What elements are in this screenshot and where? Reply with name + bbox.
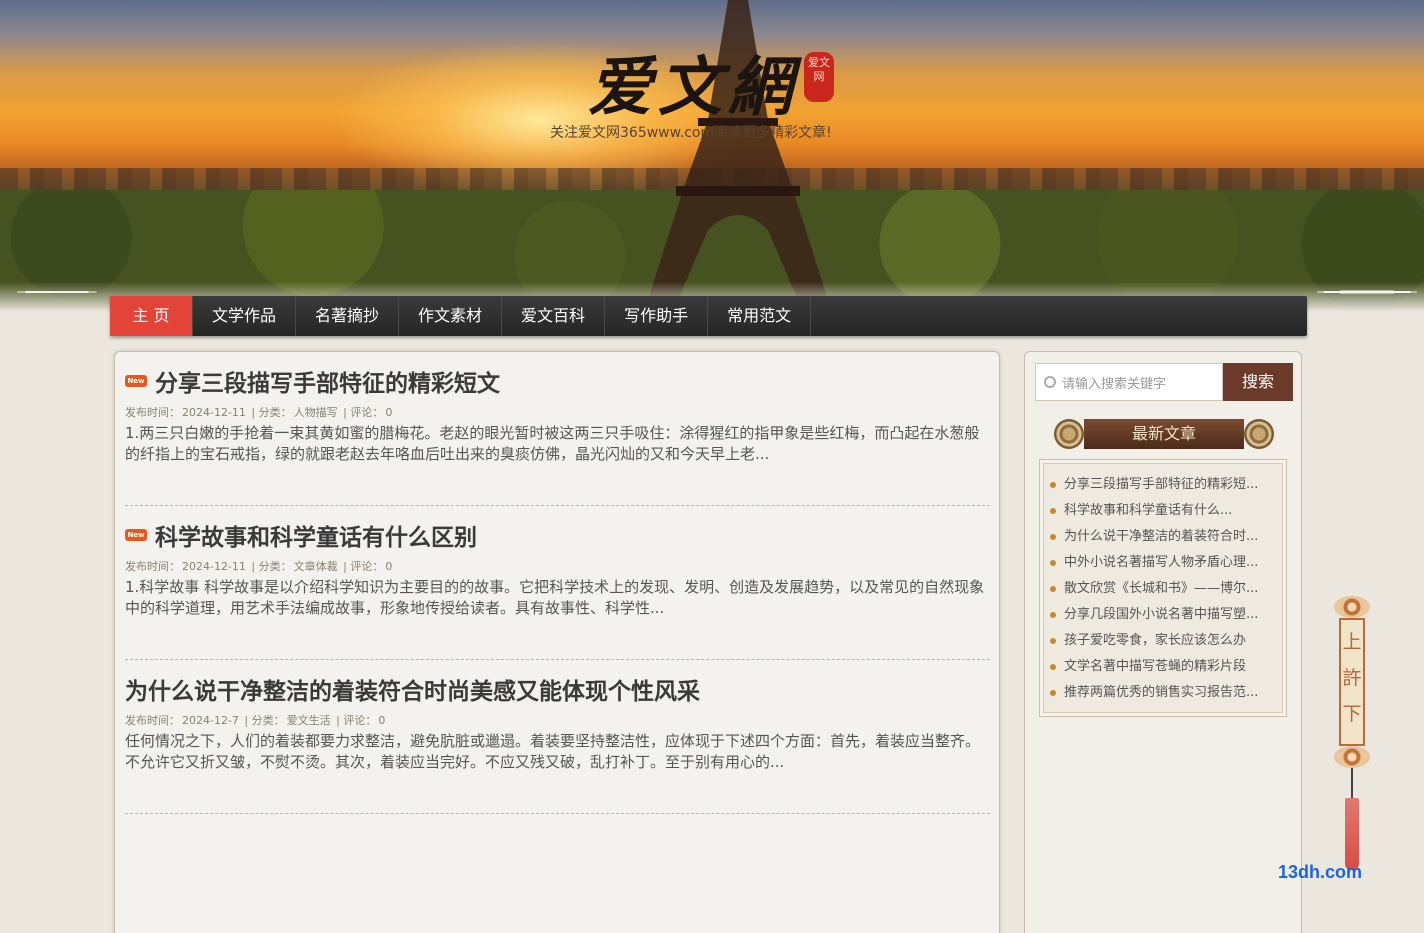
nav-item-classics[interactable]: 名著摘抄 xyxy=(296,296,400,336)
tassel-cord xyxy=(1351,768,1353,798)
comment-count: 0 xyxy=(385,560,393,573)
post-excerpt: 1.两三只白嫩的手抢着一束其黄如蜜的腊梅花。老赵的眼光暂时被这两三只手吸住：涂得… xyxy=(125,424,980,463)
nav-item-encyclopedia[interactable]: 爱文百科 xyxy=(502,296,606,336)
comment-count: 0 xyxy=(378,714,386,727)
post-item: New 分享三段描写手部特征的精彩短文 发布时间： 2024-12-11 | 分类… xyxy=(125,364,990,506)
post-list: New 分享三段描写手部特征的精彩短文 发布时间： 2024-12-11 | 分类… xyxy=(114,351,1000,933)
recent-post-link[interactable]: 分享三段描写手部特征的精彩短... xyxy=(1050,472,1286,498)
recent-posts-header: 最新文章 xyxy=(1049,415,1279,453)
sidebar: 请输入搜索关键字 搜索 最新文章 分享三段描写手部特征的精彩短... 科学故事和… xyxy=(1024,351,1302,933)
post-category[interactable]: 文章体裁 xyxy=(294,560,338,573)
logo-seal: 爱文网 xyxy=(804,52,834,102)
post-date: 2024-12-11 xyxy=(182,560,246,573)
new-badge-icon: New xyxy=(125,375,147,387)
comment-count: 0 xyxy=(385,406,393,419)
tassel-icon xyxy=(1345,798,1359,870)
site-logo[interactable]: 爱文網 xyxy=(588,36,798,128)
post-title-row: New 科学故事和科学童话有什么区别 xyxy=(125,518,990,552)
post-category[interactable]: 爱文生活 xyxy=(287,714,331,727)
post-excerpt: 任何情况之下，人们的着装都要力求整洁，避免肮脏或邋遢。着装要坚持整洁性，应体现于… xyxy=(125,732,981,771)
recent-post-link[interactable]: 散文欣赏《长城和书》——博尔... xyxy=(1050,576,1286,602)
recent-post-link[interactable]: 为什么说干净整洁的着装符合时... xyxy=(1050,524,1286,550)
search-form: 请输入搜索关键字 搜索 xyxy=(1035,363,1293,401)
post-category[interactable]: 人物描写 xyxy=(294,406,338,419)
post-date: 2024-12-7 xyxy=(182,714,239,727)
post-excerpt: 1.科学故事 科学故事是以介绍科学知识为主要目的的故事。它把科学技术上的发现、发… xyxy=(125,578,985,617)
nav-item-home[interactable]: 主 页 xyxy=(110,296,193,336)
comment-label: 评论： xyxy=(350,560,384,573)
category-label: 分类： xyxy=(251,714,285,727)
scroll-knob-icon xyxy=(1334,596,1370,618)
scroll-ornament-icon xyxy=(1054,419,1084,449)
recent-post-link[interactable]: 中外小说名著描写人物矛盾心理... xyxy=(1050,550,1286,576)
post-meta: 发布时间： 2024-12-11 | 分类： 文章体裁 | 评论： 0 xyxy=(125,560,393,573)
post-item: New 科学故事和科学童话有什么区别 发布时间： 2024-12-11 | 分类：… xyxy=(125,518,990,660)
post-title[interactable]: 为什么说干净整洁的着装符合时尚美感又能体现个性风采 xyxy=(125,672,700,706)
post-title[interactable]: 科学故事和科学童话有什么区别 xyxy=(155,518,477,552)
site-tagline: 关注爱文网365www.com阅读更多精彩文章! xyxy=(550,125,832,141)
category-label: 分类： xyxy=(258,560,292,573)
recent-post-link[interactable]: 科学故事和科学童话有什么... xyxy=(1050,498,1286,524)
recent-post-link[interactable]: 文学名著中描写苍蝇的精彩片段 xyxy=(1050,654,1286,680)
header-banner: 爱文網 爱文网 关注爱文网365www.com阅读更多精彩文章! xyxy=(0,0,1424,330)
post-meta: 发布时间： 2024-12-11 | 分类： 人物描写 | 评论： 0 xyxy=(125,406,393,419)
scroll-text: 上 許 下 xyxy=(1339,618,1365,746)
date-label: 发布时间： xyxy=(125,406,180,419)
comment-label: 评论： xyxy=(343,714,377,727)
search-placeholder: 请输入搜索关键字 xyxy=(1062,376,1167,392)
recent-post-link[interactable]: 推荐两篇优秀的销售实习报告范... xyxy=(1050,680,1286,706)
main-nav: 主 页 文学作品 名著摘抄 作文素材 爱文百科 写作助手 常用范文 xyxy=(110,296,1307,336)
nav-item-materials[interactable]: 作文素材 xyxy=(399,296,503,336)
search-icon xyxy=(1044,376,1056,388)
recent-post-link[interactable]: 分享几段国外小说名著中描写塑... xyxy=(1050,602,1286,628)
post-meta: 发布时间： 2024-12-7 | 分类： 爱文生活 | 评论： 0 xyxy=(125,714,386,727)
post-title[interactable]: 分享三段描写手部特征的精彩短文 xyxy=(155,364,500,398)
hanging-scroll-button[interactable]: 上 許 下 xyxy=(1334,596,1370,876)
search-input[interactable]: 请输入搜索关键字 xyxy=(1035,363,1223,401)
category-label: 分类： xyxy=(258,406,292,419)
new-badge-icon: New xyxy=(125,529,147,541)
post-item: 为什么说干净整洁的着装符合时尚美感又能体现个性风采 发布时间： 2024-12-7… xyxy=(125,672,990,814)
recent-posts-list: 分享三段描写手部特征的精彩短... 科学故事和科学童话有什么... 为什么说干净… xyxy=(1039,459,1287,717)
scroll-ornament-icon xyxy=(1244,419,1274,449)
nav-item-literature[interactable]: 文学作品 xyxy=(193,296,297,336)
search-button[interactable]: 搜索 xyxy=(1223,363,1293,401)
date-label: 发布时间： xyxy=(125,560,180,573)
nav-item-writing-helper[interactable]: 写作助手 xyxy=(605,296,709,336)
post-date: 2024-12-11 xyxy=(182,406,246,419)
scroll-knob-icon xyxy=(1334,746,1370,768)
post-title-row: New 分享三段描写手部特征的精彩短文 xyxy=(125,364,990,398)
comment-label: 评论： xyxy=(350,406,384,419)
recent-posts-title: 最新文章 xyxy=(1084,419,1244,449)
date-label: 发布时间： xyxy=(125,714,180,727)
watermark-text: 13dh.com xyxy=(1278,862,1363,882)
recent-post-link[interactable]: 孩子爱吃零食，家长应该怎么办 xyxy=(1050,628,1286,654)
nav-item-templates[interactable]: 常用范文 xyxy=(708,296,812,336)
post-title-row: 为什么说干净整洁的着装符合时尚美感又能体现个性风采 xyxy=(125,672,990,706)
